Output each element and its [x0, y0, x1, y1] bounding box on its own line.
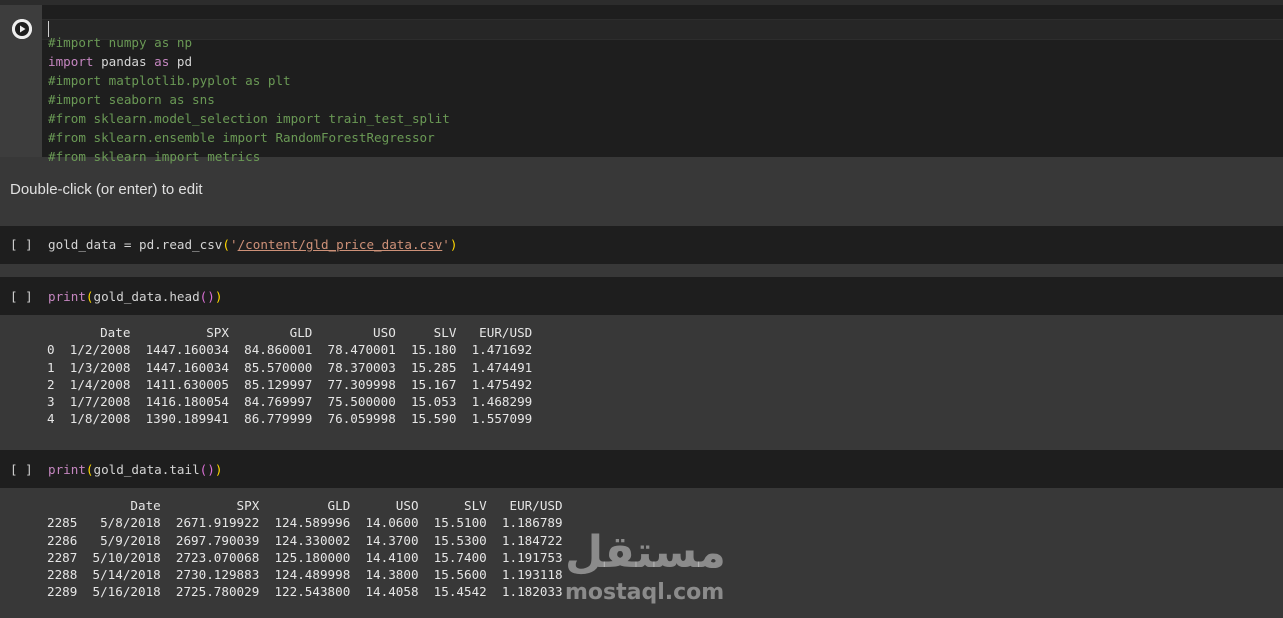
keyword-import: import — [48, 54, 94, 69]
code-text: gold_data.tail — [93, 462, 200, 477]
code-line[interactable]: print(gold_data.head()) — [48, 287, 222, 306]
code-text: gold_data.head — [93, 289, 200, 304]
code-cell-read-csv[interactable]: [ ] gold_data = pd.read_csv('/content/gl… — [0, 226, 1283, 264]
code-text: pandas — [93, 54, 155, 69]
function-print: print — [48, 462, 86, 477]
code-text: pd — [169, 54, 193, 69]
code-line-5: #from sklearn.model_selection import tra… — [48, 111, 450, 126]
code-line-3: #import matplotlib.pyplot as plt — [48, 73, 291, 88]
execution-count[interactable]: [ ] — [10, 460, 33, 479]
quote: ' — [229, 237, 238, 252]
play-icon — [12, 19, 32, 39]
run-cell-button[interactable] — [12, 19, 32, 39]
code-line-7: #from sklearn import metrics — [48, 149, 261, 164]
code-line[interactable]: print(gold_data.tail()) — [48, 460, 222, 479]
code-cell-head[interactable]: [ ] print(gold_data.head()) — [0, 277, 1283, 315]
paren-inner: () — [199, 462, 215, 477]
text-cursor — [48, 21, 49, 37]
code-line-1: #import numpy as np — [48, 35, 193, 50]
execution-count[interactable]: [ ] — [10, 287, 33, 306]
code-text: gold_data = pd.read_csv — [48, 237, 223, 252]
code-line-4: #import seaborn as sns — [48, 92, 215, 107]
code-lines[interactable]: #import numpy as np import pandas as pd … — [48, 14, 450, 166]
paren-close: ) — [214, 289, 223, 304]
keyword-as: as — [154, 54, 170, 69]
paren-inner: () — [199, 289, 215, 304]
code-cell-imports[interactable]: #import numpy as np import pandas as pd … — [0, 5, 1283, 164]
paren-open: ( — [85, 289, 94, 304]
cell-output-head: Date SPX GLD USO SLV EUR/USD 0 1/2/2008 … — [47, 325, 533, 427]
paren-close: ) — [449, 237, 458, 252]
code-cell-tail[interactable]: [ ] print(gold_data.tail()) — [0, 450, 1283, 488]
paren-open: ( — [222, 237, 230, 252]
code-line-2: import pandas as pd — [48, 54, 192, 69]
cell-output-tail: Date SPX GLD USO SLV EUR/USD 2285 5/8/20… — [47, 498, 563, 600]
execution-count[interactable]: [ ] — [10, 235, 33, 254]
text-cell-placeholder[interactable]: Double-click (or enter) to edit — [10, 181, 203, 198]
code-line[interactable]: gold_data = pd.read_csv('/content/gld_pr… — [48, 235, 457, 254]
watermark-logo-latin: mostaql.com — [565, 580, 725, 605]
file-path-link[interactable]: /content/gld_price_data.csv — [238, 237, 443, 252]
function-print: print — [48, 289, 86, 304]
watermark-logo-arabic: مستقل — [565, 527, 726, 578]
paren-open: ( — [85, 462, 94, 477]
quote: ' — [442, 237, 450, 252]
paren-close: ) — [214, 462, 223, 477]
code-line-6: #from sklearn.ensemble import RandomFore… — [48, 130, 435, 145]
